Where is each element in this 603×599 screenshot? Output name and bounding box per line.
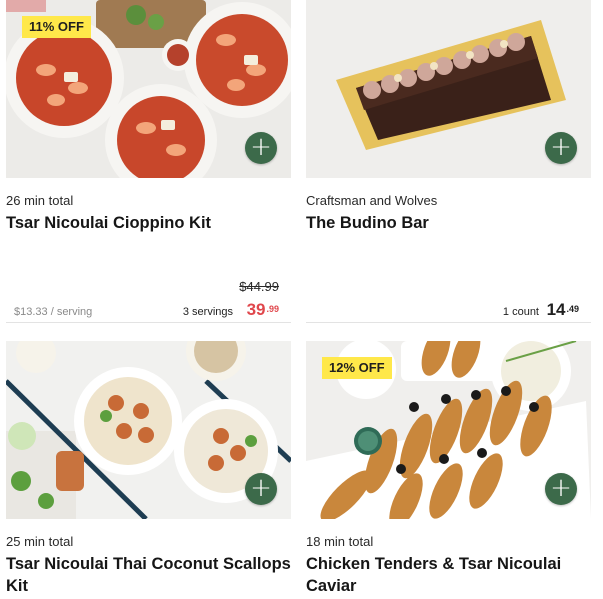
discount-badge: 11% OFF: [22, 16, 91, 38]
add-to-cart-button[interactable]: +: [245, 132, 277, 164]
add-to-cart-button[interactable]: +: [245, 473, 277, 505]
plus-icon: +: [250, 473, 272, 503]
price-row: 1 count 14.49: [306, 276, 591, 323]
product-card-thai-scallops[interactable]: + 25 min total Tsar Nicoulai Thai Coconu…: [6, 341, 291, 597]
price-cents: .99: [266, 304, 279, 314]
original-price: $44.99: [239, 279, 279, 294]
prep-time: 18 min total: [306, 534, 374, 549]
add-to-cart-button[interactable]: +: [545, 132, 577, 164]
product-image-chicken-tenders[interactable]: 12% OFF +: [306, 341, 591, 519]
product-title[interactable]: The Budino Bar: [306, 212, 591, 234]
prep-time: 26 min total: [6, 193, 74, 208]
product-image-thai-scallops[interactable]: +: [6, 341, 291, 519]
price: 14.49: [547, 300, 579, 320]
product-image-budino[interactable]: +: [306, 0, 591, 178]
price-cents: .49: [566, 304, 579, 314]
product-card-cioppino[interactable]: 11% OFF + 26 min total Tsar Nicoulai Cio…: [6, 0, 291, 323]
plus-icon: +: [550, 473, 572, 503]
quantity-label: 1 count: [502, 306, 539, 318]
product-title[interactable]: Tsar Nicoulai Thai Coconut Scallops Kit: [6, 553, 291, 597]
product-grid: 11% OFF + 26 min total Tsar Nicoulai Cio…: [0, 0, 603, 599]
plus-icon: +: [250, 132, 272, 162]
per-serving-price: $13.33 / serving: [14, 306, 93, 318]
product-image-cioppino[interactable]: 11% OFF +: [6, 0, 291, 178]
product-card-budino[interactable]: + Craftsman and Wolves The Budino Bar 1 …: [306, 0, 591, 323]
plus-icon: +: [550, 132, 572, 162]
price-dollars: 14: [546, 300, 566, 319]
quantity-label: 3 servings: [182, 306, 233, 318]
brand-name: Craftsman and Wolves: [306, 193, 438, 208]
prep-time: 25 min total: [6, 534, 74, 549]
product-card-chicken-tenders[interactable]: 12% OFF + 18 min total Chicken Tenders &…: [306, 341, 591, 597]
product-title[interactable]: Chicken Tenders & Tsar Nicoulai Caviar: [306, 553, 591, 597]
product-title[interactable]: Tsar Nicoulai Cioppino Kit: [6, 212, 291, 234]
discount-badge: 12% OFF: [322, 357, 392, 379]
price-row: $13.33 / serving $44.99 3 servings 39.99: [6, 276, 291, 323]
sale-price: 39.99: [247, 300, 279, 320]
add-to-cart-button[interactable]: +: [545, 473, 577, 505]
price-dollars: 39: [246, 300, 266, 319]
